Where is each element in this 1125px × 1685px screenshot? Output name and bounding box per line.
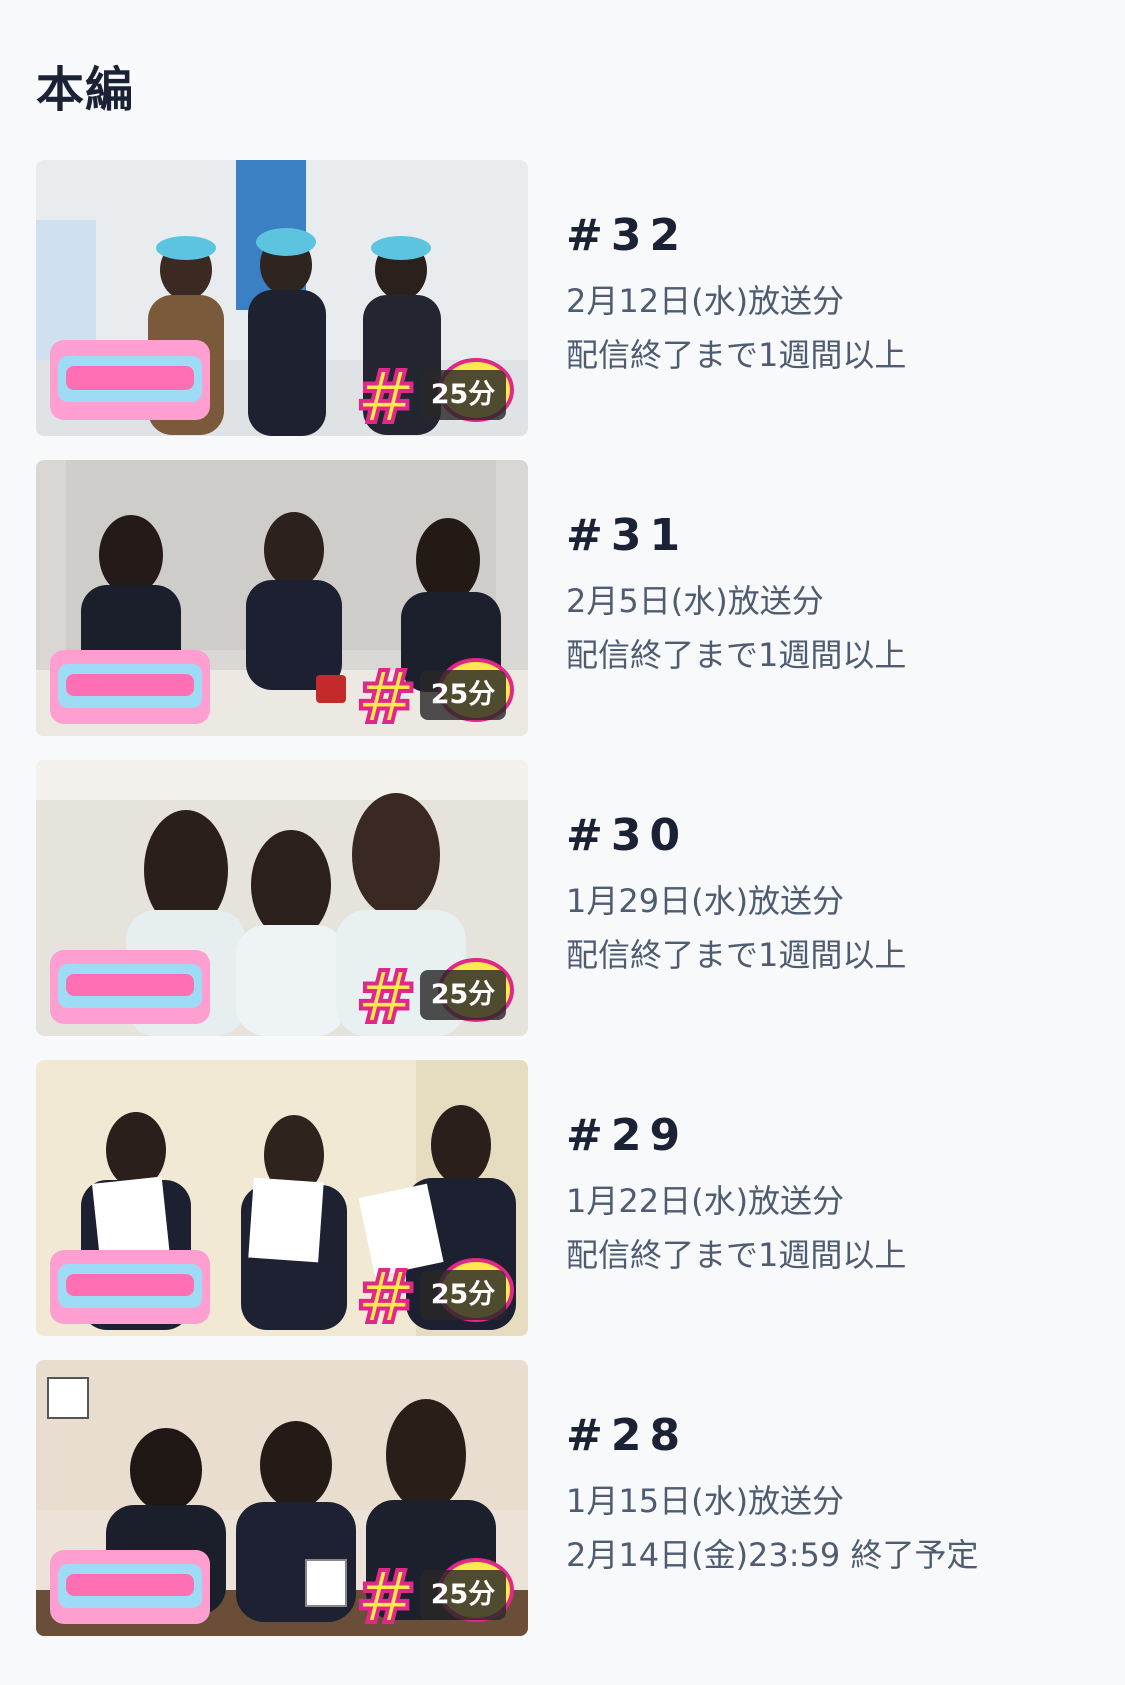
episode-number: #31 <box>566 510 689 561</box>
episode-number: #28 <box>566 1410 689 1461</box>
broadcast-date: 2月5日(水)放送分 <box>566 582 824 620</box>
episode-thumbnail[interactable]: # 25分 <box>36 1060 528 1336</box>
duration-badge: 25分 <box>420 670 506 720</box>
section-title: 本編 <box>36 62 135 118</box>
episode-info: #32 2月12日(水)放送分 配信終了まで1週間以上 <box>566 212 1086 382</box>
episode-info: #31 2月5日(水)放送分 配信終了まで1週間以上 <box>566 512 1086 682</box>
episode-thumbnail[interactable]: # 25分 <box>36 1360 528 1636</box>
svg-text:#: # <box>356 1555 416 1636</box>
episode-info: #29 1月22日(水)放送分 配信終了まで1週間以上 <box>566 1112 1086 1282</box>
duration-badge: 25分 <box>420 370 506 420</box>
episode-number: #30 <box>566 810 689 861</box>
episode-thumbnail[interactable]: # 25分 <box>36 160 528 436</box>
episode-number: #29 <box>566 1110 689 1161</box>
episode-number: #32 <box>566 210 689 261</box>
episode-info: #28 1月15日(水)放送分 2月14日(金)23:59 終了予定 <box>566 1412 1086 1582</box>
svg-text:#: # <box>356 355 416 436</box>
duration-badge: 25分 <box>420 1270 506 1320</box>
episode-item[interactable]: # 25分 #28 1月15日(水)放送分 2月14日(金)23:59 終了予定 <box>36 1360 1096 1636</box>
availability-status: 配信終了まで1週間以上 <box>566 1236 907 1274</box>
broadcast-date: 1月29日(水)放送分 <box>566 882 845 920</box>
duration-badge: 25分 <box>420 1570 506 1620</box>
episode-info: #30 1月29日(水)放送分 配信終了まで1週間以上 <box>566 812 1086 982</box>
availability-status: 2月14日(金)23:59 終了予定 <box>566 1536 979 1574</box>
episode-item[interactable]: # 25分 #30 1月29日(水)放送分 配信終了まで1週間以上 <box>36 760 1096 1036</box>
broadcast-date: 1月22日(水)放送分 <box>566 1182 845 1220</box>
broadcast-date: 2月12日(水)放送分 <box>566 282 845 320</box>
episode-item[interactable]: # 25分 #29 1月22日(水)放送分 配信終了まで1週間以上 <box>36 1060 1096 1336</box>
availability-status: 配信終了まで1週間以上 <box>566 936 907 974</box>
svg-text:#: # <box>356 655 416 736</box>
svg-text:#: # <box>356 955 416 1036</box>
availability-status: 配信終了まで1週間以上 <box>566 636 907 674</box>
episode-list-page: 本編 # 25分 #32 2月12日(水)放送分 配信終了まで1週間以上 # 2… <box>0 0 1125 1685</box>
duration-badge: 25分 <box>420 970 506 1020</box>
broadcast-date: 1月15日(水)放送分 <box>566 1482 845 1520</box>
episode-thumbnail[interactable]: # 25分 <box>36 760 528 1036</box>
availability-status: 配信終了まで1週間以上 <box>566 336 907 374</box>
episode-thumbnail[interactable]: # 25分 <box>36 460 528 736</box>
episode-item[interactable]: # 25分 #32 2月12日(水)放送分 配信終了まで1週間以上 <box>36 160 1096 436</box>
episode-item[interactable]: # 25分 #31 2月5日(水)放送分 配信終了まで1週間以上 <box>36 460 1096 736</box>
svg-text:#: # <box>356 1255 416 1336</box>
